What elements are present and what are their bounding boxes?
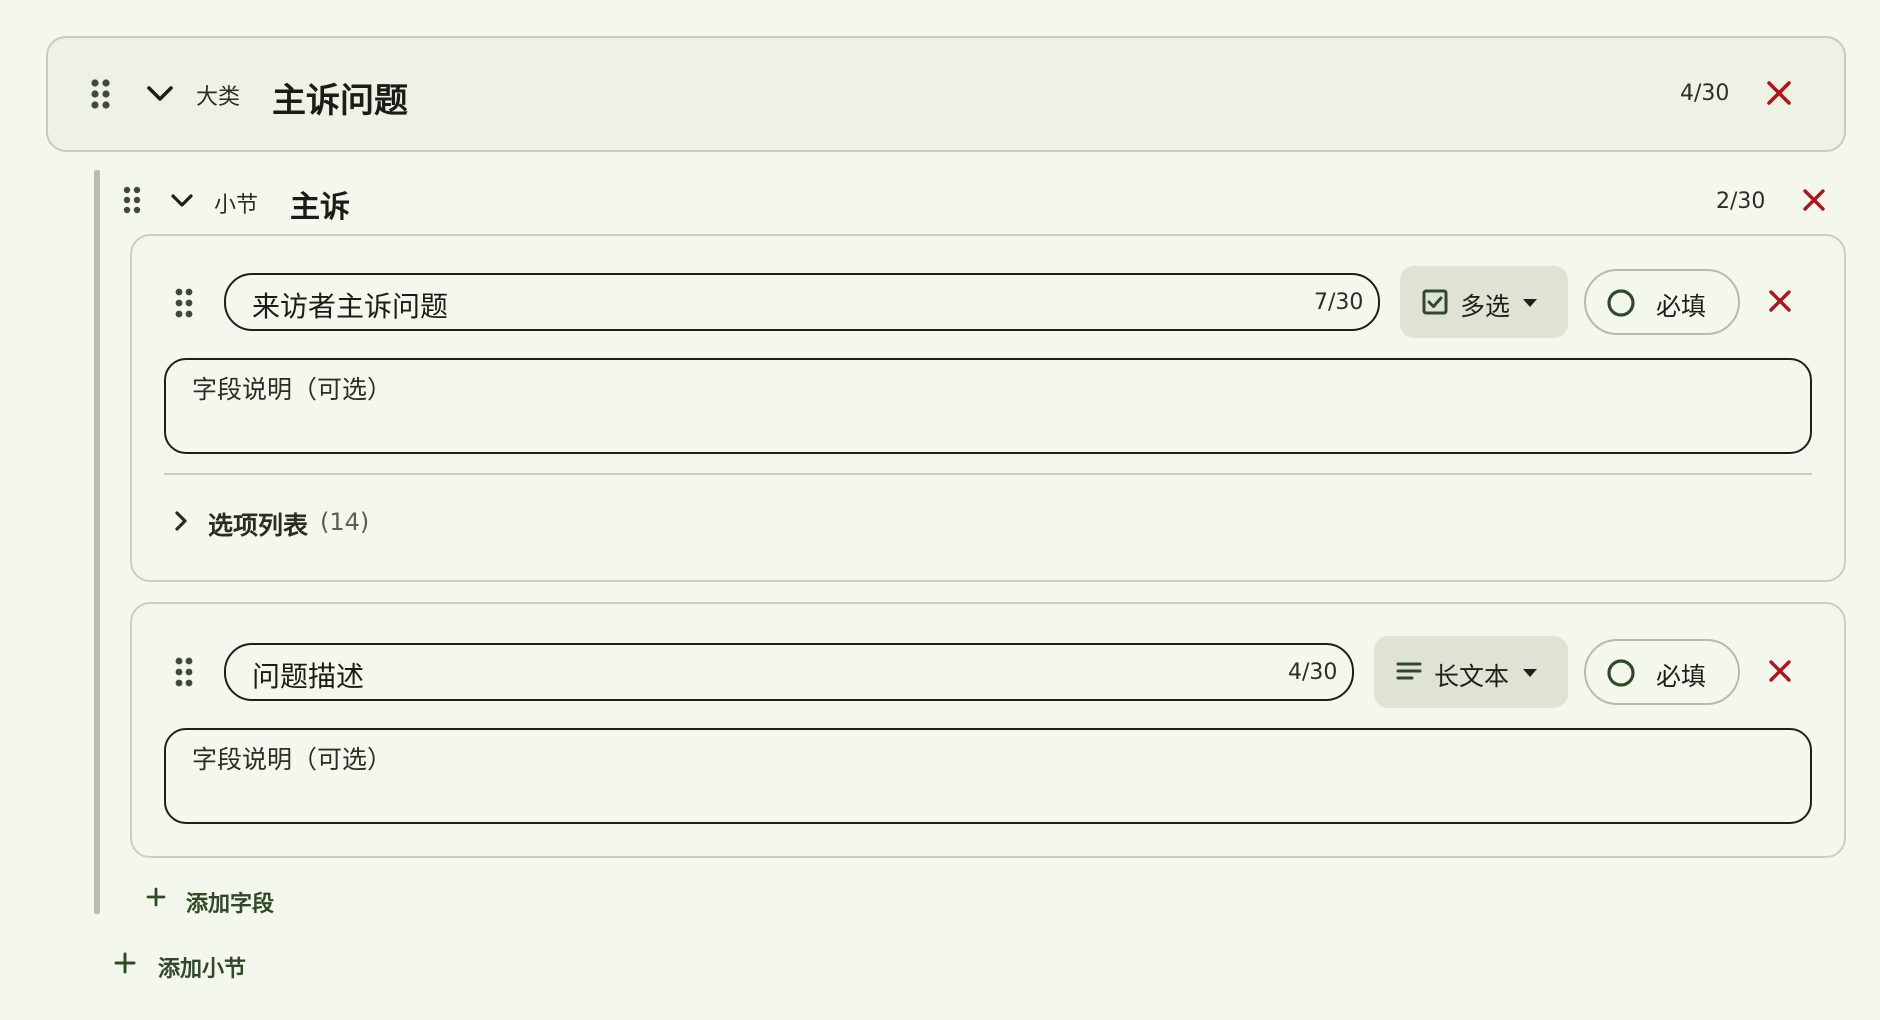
field-description-placeholder: 字段说明（可选） <box>192 375 393 404</box>
category-title[interactable]: 主诉问题 <box>272 73 408 122</box>
category-tag: 大类 <box>196 85 241 110</box>
caret-down-icon <box>1522 298 1538 308</box>
divider <box>164 473 1812 475</box>
drag-handle-icon[interactable] <box>122 186 142 214</box>
options-list-toggle[interactable]: 选项列表 <box>208 506 308 542</box>
section-rail <box>94 170 100 914</box>
close-icon[interactable] <box>1768 289 1792 313</box>
close-icon[interactable] <box>1802 188 1826 212</box>
field-type-label: 长文本 <box>1434 662 1510 691</box>
lines-icon <box>1396 660 1422 682</box>
field-name-counter: 7/30 <box>1314 290 1364 315</box>
field-description-input[interactable] <box>164 358 1812 454</box>
close-icon[interactable] <box>1768 659 1792 683</box>
add-field-button[interactable]: 添加字段 <box>186 886 274 918</box>
plus-icon[interactable] <box>114 952 136 974</box>
category-counter: 4/30 <box>1680 81 1730 106</box>
drag-handle-icon[interactable] <box>174 657 194 687</box>
drag-handle-icon[interactable] <box>90 78 112 110</box>
required-label: 必填 <box>1656 292 1707 321</box>
section-tag: 小节 <box>214 193 259 218</box>
field-name-value: 问题描述 <box>252 660 365 693</box>
field-name-counter: 4/30 <box>1288 660 1338 685</box>
chevron-down-icon[interactable] <box>170 192 194 210</box>
chevron-right-icon[interactable] <box>174 510 188 532</box>
plus-icon[interactable] <box>146 887 166 907</box>
field-name-value: 来访者主诉问题 <box>252 290 449 323</box>
close-icon[interactable] <box>1766 80 1792 106</box>
field-name-input[interactable] <box>224 643 1354 701</box>
add-section-button[interactable]: 添加小节 <box>158 951 246 983</box>
required-label: 必填 <box>1656 662 1707 691</box>
section-title[interactable]: 主诉 <box>290 182 350 226</box>
chevron-down-icon[interactable] <box>146 84 174 104</box>
section-counter: 2/30 <box>1716 189 1766 214</box>
options-count: (14) <box>320 508 370 536</box>
circle-icon <box>1606 658 1636 688</box>
field-type-label: 多选 <box>1460 292 1511 321</box>
checkbox-icon <box>1422 289 1448 315</box>
field-description-input[interactable] <box>164 728 1812 824</box>
drag-handle-icon[interactable] <box>174 288 194 318</box>
caret-down-icon <box>1522 668 1538 678</box>
circle-icon <box>1606 288 1636 318</box>
field-description-placeholder: 字段说明（可选） <box>192 745 393 774</box>
